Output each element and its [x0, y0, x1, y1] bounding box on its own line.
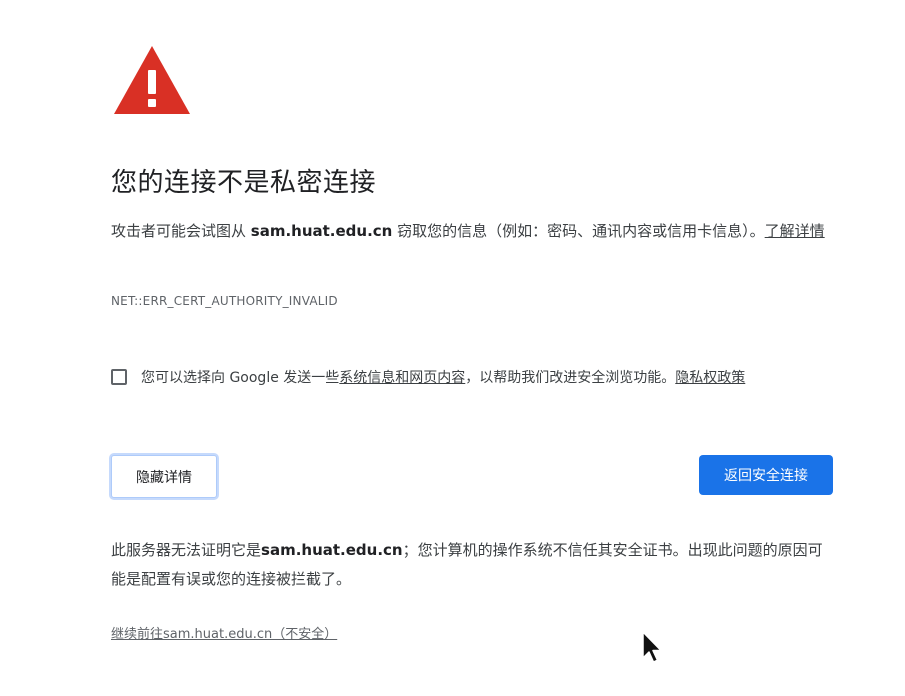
privacy-policy-link[interactable]: 隐私权政策 [675, 370, 745, 386]
mouse-pointer-icon [642, 631, 662, 663]
safe-browsing-checkbox[interactable] [111, 369, 127, 385]
host-name: sam.huat.edu.cn [250, 222, 393, 240]
optin-prefix: 您可以选择向 Google 发送一些 [141, 370, 340, 386]
safe-browsing-optin: 您可以选择向 Google 发送一些系统信息和网页内容，以帮助我们改进安全浏览功… [111, 367, 871, 387]
error-description: 攻击者可能会试图从 sam.huat.edu.cn 窃取您的信息（例如：密码、通… [111, 217, 831, 246]
details-host-name: sam.huat.edu.cn [261, 541, 403, 559]
back-to-safety-button[interactable]: 返回安全连接 [699, 455, 833, 495]
error-code: NET::ERR_CERT_AUTHORITY_INVALID [111, 294, 338, 308]
learn-more-link[interactable]: 了解详情 [765, 222, 825, 240]
page-title: 您的连接不是私密连接 [111, 168, 377, 198]
optin-label: 您可以选择向 Google 发送一些系统信息和网页内容，以帮助我们改进安全浏览功… [141, 367, 745, 387]
proceed-unsafe-link[interactable]: 继续前往sam.huat.edu.cn（不安全） [111, 623, 337, 642]
details-prefix: 此服务器无法证明它是 [111, 541, 262, 559]
warning-triangle-icon [114, 46, 190, 114]
system-info-link[interactable]: 系统信息和网页内容 [339, 370, 465, 386]
details-text: 此服务器无法证明它是sam.huat.edu.cn；您计算机的操作系统不信任其安… [111, 536, 831, 594]
description-suffix: 窃取您的信息（例如：密码、通讯内容或信用卡信息）。 [392, 222, 765, 240]
description-prefix: 攻击者可能会试图从 [111, 222, 251, 240]
hide-details-button[interactable]: 隐藏详情 [111, 455, 217, 498]
optin-suffix: ，以帮助我们改进安全浏览功能。 [465, 370, 676, 386]
